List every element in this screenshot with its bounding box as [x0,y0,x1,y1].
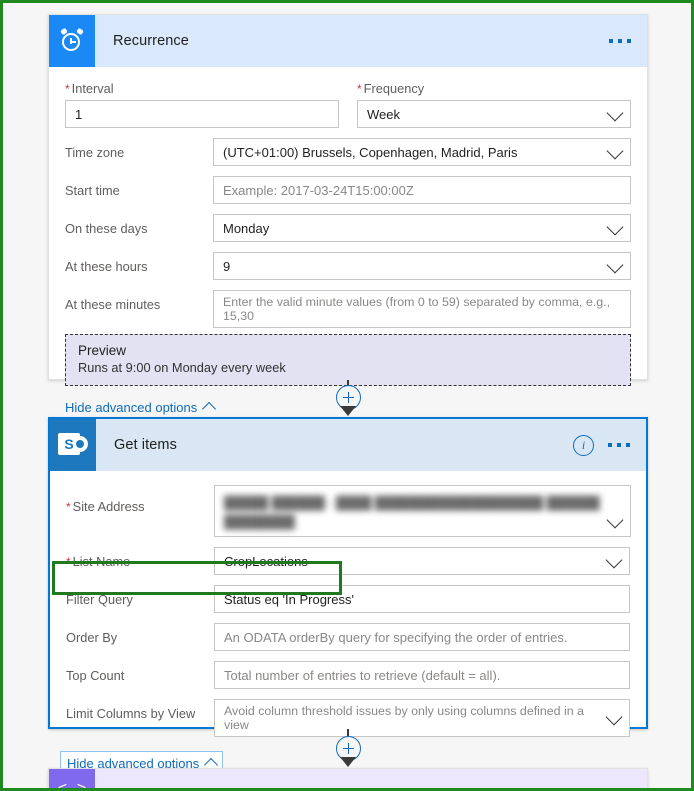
row-on-these-days: On these days Monday [65,214,631,242]
filter-query-input[interactable]: Status eq 'In Progress' [214,585,630,613]
chevron-down-icon [606,104,624,122]
row-at-these-minutes: At these minutes Enter the valid minute … [65,290,631,328]
order-by-label: Order By [66,630,118,645]
at-these-hours-label: At these hours [65,259,148,274]
row-at-these-hours: At these hours 9 [65,252,631,280]
flow-designer-canvas: Recurrence * Interval 1 * Frequency Week… [0,0,694,791]
preview-text: Runs at 9:00 on Monday every week [78,360,286,375]
get-items-card-title: Get items [114,437,177,453]
site-address-label: * Site Address [66,499,145,514]
field-group-interval: * Interval 1 [65,81,339,128]
chevron-down-icon [606,256,624,274]
recurrence-more-menu-icon[interactable] [609,39,631,43]
time-zone-label: Time zone [65,145,125,160]
connector-getitems-to-nextstep [328,729,368,769]
time-zone-select[interactable]: (UTC+01:00) Brussels, Copenhagen, Madrid… [213,138,631,166]
card-get-items[interactable]: S Get items i * Site Address █████ █████… [48,417,648,776]
get-items-card-header[interactable]: S Get items i [50,419,646,471]
get-items-more-menu-icon[interactable] [608,443,630,447]
on-these-days-select[interactable]: Monday [213,214,631,242]
chevron-down-icon [606,511,624,529]
on-these-days-label: On these days [65,221,148,236]
next-step-card-header[interactable]: < > [49,769,647,791]
chevron-down-icon [606,142,624,160]
row-top-count: Top Count Total number of entries to ret… [66,661,630,689]
card-recurrence[interactable]: Recurrence * Interval 1 * Frequency Week… [48,14,648,417]
field-group-frequency: * Frequency Week [357,81,631,128]
row-site-address: * Site Address █████ ██████ - ████ ██████… [66,485,631,537]
site-address-select[interactable]: █████ ██████ - ████ ███████████████████ … [214,485,631,537]
recurrence-card-header[interactable]: Recurrence [49,15,647,67]
at-these-hours-select[interactable]: 9 [213,252,631,280]
list-name-select[interactable]: CropLocations [214,547,630,575]
list-name-label: * List Name [66,554,131,569]
top-count-label: Top Count [66,668,125,683]
preview-title: Preview [78,343,127,358]
limit-columns-by-view-select[interactable]: Avoid column threshold issues by only us… [214,699,630,737]
recurrence-hide-advanced-options-link[interactable]: Hide advanced options [59,396,220,419]
alarm-clock-icon [49,15,95,67]
code-icon: < > [49,769,95,791]
recurrence-card-title: Recurrence [113,33,189,49]
chevron-down-icon [605,708,623,726]
top-count-input[interactable]: Total number of entries to retrieve (def… [214,661,630,689]
row-order-by: Order By An ODATA orderBy query for spec… [66,623,630,651]
chevron-down-icon [605,551,623,569]
site-address-redacted-value: █████ ██████ - ████ ███████████████████ … [224,496,600,529]
interval-input[interactable]: 1 [65,100,339,128]
frequency-label: * Frequency [357,81,425,96]
interval-label: * Interval [65,81,114,96]
info-icon[interactable]: i [573,434,594,456]
limit-columns-by-view-label: Limit Columns by View [66,706,196,721]
interval-frequency-row: * Interval 1 * Frequency Week [65,81,631,128]
row-list-name: * List Name CropLocations [66,547,630,575]
row-time-zone: Time zone (UTC+01:00) Brussels, Copenhag… [65,138,631,166]
start-time-input[interactable]: Example: 2017-03-24T15:00:00Z [213,176,631,204]
connector-recurrence-to-getitems [328,380,368,416]
at-these-minutes-label: At these minutes [65,297,161,312]
required-marker: * [65,82,70,96]
start-time-label: Start time [65,183,120,198]
frequency-select[interactable]: Week [357,100,631,128]
sharepoint-icon: S [50,419,96,471]
required-marker: * [66,555,71,569]
required-marker: * [357,82,362,96]
order-by-input[interactable]: An ODATA orderBy query for specifying th… [214,623,630,651]
chevron-down-icon [606,218,624,236]
filter-query-label: Filter Query [66,592,133,607]
at-these-minutes-input[interactable]: Enter the valid minute values (from 0 to… [213,290,631,328]
recurrence-preview-box: Preview Runs at 9:00 on Monday every wee… [65,334,631,386]
row-filter-query: Filter Query Status eq 'In Progress' [66,585,630,613]
chevron-up-icon [202,401,217,417]
required-marker: * [66,500,71,514]
card-next-step[interactable]: < > [48,768,648,791]
row-start-time: Start time Example: 2017-03-24T15:00:00Z [65,176,631,204]
